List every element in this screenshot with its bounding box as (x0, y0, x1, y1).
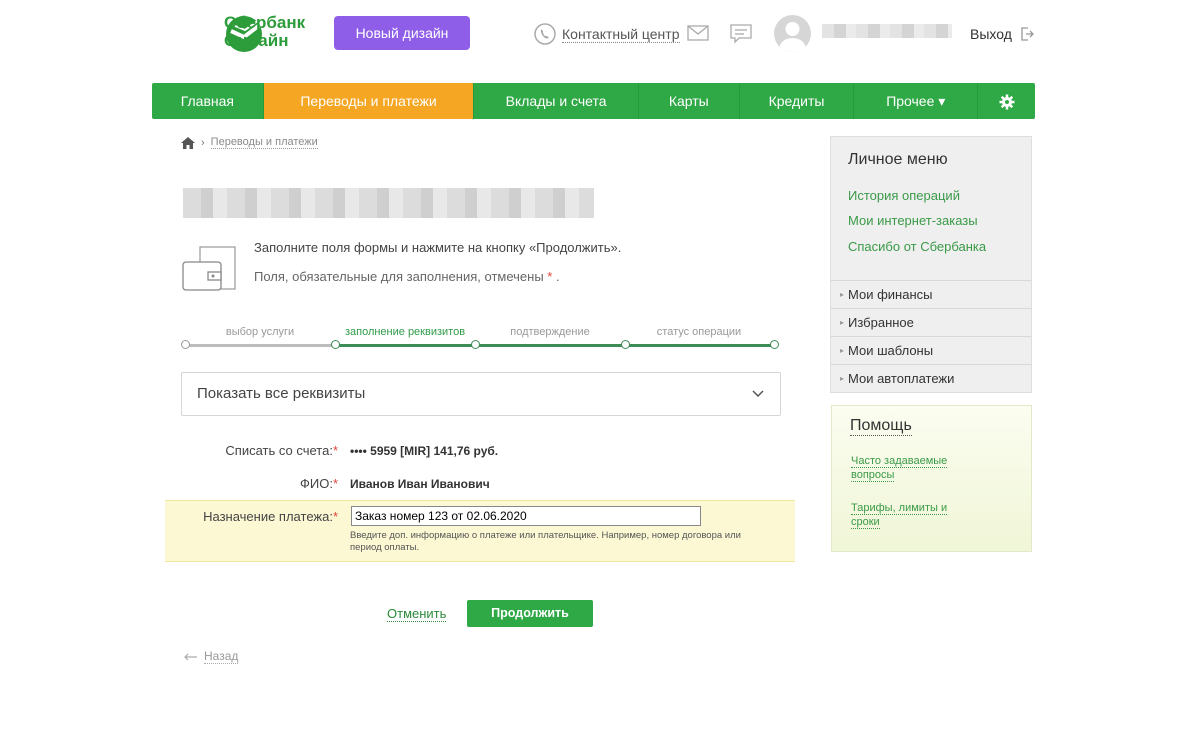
chevron-down-icon (752, 390, 764, 398)
chevron-right-icon: ▸ (840, 290, 845, 299)
menu-link-internet-orders[interactable]: Мои интернет-заказы (848, 213, 978, 228)
faq-line-2: вопросы (851, 469, 895, 482)
purpose-field-label: Назначение платежа:* (188, 509, 338, 524)
fio-label-text: ФИО: (299, 476, 333, 491)
continue-button[interactable]: Продолжить (467, 600, 593, 627)
logout-link[interactable]: Выход (970, 26, 1034, 42)
page-title-redacted (183, 188, 594, 218)
menu-section-favorites[interactable]: ▸ Избранное (831, 308, 1031, 335)
personal-menu-panel: Личное меню История операций Мои интерне… (830, 136, 1032, 393)
menu-section-templates[interactable]: ▸ Мои шаблоны (831, 336, 1031, 363)
help-link-faq[interactable]: Часто задаваемые вопросы (851, 454, 948, 482)
help-link-tariffs[interactable]: Тарифы, лимиты и сроки (851, 501, 948, 529)
nav-tab-transfers[interactable]: Переводы и платежи (263, 83, 475, 119)
form-hint: Заполните поля формы и нажмите на кнопку… (254, 240, 622, 255)
step-line-done (185, 344, 335, 347)
settings-button[interactable] (978, 83, 1035, 119)
wallet-form-icon (182, 246, 236, 291)
fio-value: Иванов Иван Иванович (350, 477, 490, 491)
brand-line-2: Онлайн (224, 31, 289, 50)
nav-tab-credits[interactable]: Кредиты (740, 83, 855, 119)
account-value[interactable]: •••• 5959 [MIR] 141,76 руб. (350, 444, 498, 458)
help-title[interactable]: Помощь (850, 417, 912, 436)
brand-name[interactable]: Сбербанк Онлайн (224, 14, 305, 50)
avatar[interactable] (774, 15, 811, 52)
cancel-link[interactable]: Отменить (387, 606, 447, 622)
step-dot (471, 340, 480, 349)
step-label-confirmation: подтверждение (510, 326, 590, 338)
required-mark: * (332, 443, 338, 458)
step-label-status: статус операции (656, 326, 742, 338)
phone-icon (534, 23, 556, 45)
payment-purpose-input[interactable] (351, 506, 701, 526)
required-mark: * (332, 509, 338, 524)
logout-icon (1021, 27, 1034, 41)
main-nav: Главная Переводы и платежи Вклады и счет… (152, 83, 1035, 119)
menu-link-spasibo[interactable]: Спасибо от Сбербанка (848, 239, 986, 254)
step-dot (181, 340, 190, 349)
step-label-fill-details: заполнение реквизитов (344, 326, 466, 338)
gear-icon (999, 94, 1015, 110)
contact-center-link[interactable]: Контактный центр (534, 22, 680, 46)
tariffs-line-2: сроки (851, 516, 880, 529)
menu-link-history[interactable]: История операций (848, 188, 960, 203)
required-mark: * (547, 269, 553, 284)
nav-tab-cards[interactable]: Карты (639, 83, 740, 119)
menu-section-label: Избранное (848, 315, 914, 330)
account-field-label: Списать со счета:* (188, 443, 338, 458)
step-dot (331, 340, 340, 349)
back-label: Назад (204, 649, 239, 664)
user-icon (779, 22, 806, 52)
new-design-button[interactable]: Новый дизайн (334, 16, 470, 50)
step-dot (770, 340, 779, 349)
nav-tab-other[interactable]: Прочее ▾ (854, 83, 979, 119)
tariffs-line-1: Тарифы, лимиты и (851, 502, 948, 515)
mail-icon[interactable] (687, 25, 709, 41)
breadcrumb-transfers-link[interactable]: Переводы и платежи (210, 136, 318, 149)
contact-center-label: Контактный центр (562, 25, 680, 43)
menu-section-label: Мои финансы (848, 287, 933, 302)
user-name-redacted (822, 24, 952, 38)
nav-tab-deposits[interactable]: Вклады и счета (474, 83, 639, 119)
purpose-hint: Введите доп. информацию о платеже или пл… (350, 530, 741, 553)
required-hint: Поля, обязательные для заполнения, отмеч… (254, 269, 560, 284)
logout-label: Выход (970, 26, 1012, 42)
arrow-left-icon (184, 653, 197, 660)
brand-line-1: Сбербанк (224, 13, 306, 32)
show-all-details-label: Показать все реквизиты (197, 385, 366, 402)
chevron-right-icon: ▸ (840, 346, 845, 355)
home-icon[interactable] (181, 136, 195, 149)
breadcrumb-separator-icon: › (201, 136, 205, 149)
menu-section-autopayments[interactable]: ▸ Мои автоплатежи (831, 364, 1031, 391)
required-mark: * (332, 476, 338, 491)
back-link[interactable]: Назад (184, 649, 239, 664)
chevron-right-icon: ▸ (840, 318, 845, 327)
purpose-label-text: Назначение платежа: (203, 509, 333, 524)
account-label-text: Списать со счета: (225, 443, 333, 458)
menu-section-label: Мои автоплатежи (848, 371, 955, 386)
show-all-details-toggle[interactable]: Показать все реквизиты (181, 372, 781, 416)
fio-field-label: ФИО:* (188, 476, 338, 491)
step-dot (621, 340, 630, 349)
faq-line-1: Часто задаваемые (851, 455, 948, 468)
progress-stepper: выбор услуги заполнение реквизитов подтв… (181, 324, 781, 354)
required-hint-text: Поля, обязательные для заполнения, отмеч… (254, 269, 544, 284)
step-line-remaining (335, 344, 775, 347)
breadcrumb: › Переводы и платежи (181, 136, 318, 149)
chevron-right-icon: ▸ (840, 374, 845, 383)
chat-icon[interactable] (730, 24, 752, 44)
personal-menu-title: Личное меню (848, 151, 948, 168)
step-label-select-service: выбор услуги (225, 326, 295, 338)
menu-section-label: Мои шаблоны (848, 343, 934, 358)
menu-section-finances[interactable]: ▸ Мои финансы (831, 280, 1031, 307)
help-panel: Помощь Часто задаваемые вопросы Тарифы, … (831, 405, 1032, 552)
nav-tab-home[interactable]: Главная (152, 83, 264, 119)
